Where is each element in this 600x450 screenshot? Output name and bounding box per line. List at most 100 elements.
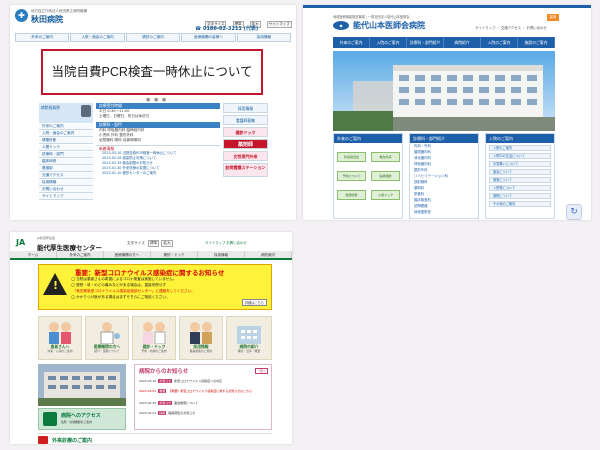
- patients-card[interactable]: 患者さんへ 外来・入院のご案内: [38, 316, 82, 360]
- director-greeting[interactable]: 病院長挨拶: [39, 103, 93, 123]
- nav-item-home[interactable]: ホーム: [10, 251, 57, 258]
- warning-icon: [43, 273, 67, 295]
- womens-clinic-banner[interactable]: 女性専門外来: [223, 151, 268, 161]
- nurse-illustration-icon: [138, 320, 170, 345]
- checkup-banner[interactable]: 健診ドック: [223, 127, 268, 137]
- medical-center-photo: [38, 364, 126, 406]
- home-nursing-banner[interactable]: 訪問看護ステーション: [223, 163, 268, 177]
- nav-item[interactable]: 入院のご案内: [481, 37, 518, 48]
- nurse-banner[interactable]: 看護師募集: [223, 115, 268, 125]
- left-menu-item[interactable]: 交通アクセス: [39, 173, 93, 179]
- left-menu-item[interactable]: 人間ドック: [39, 145, 93, 151]
- left-menu-item[interactable]: サイトマップ: [39, 194, 93, 200]
- inpatient-link[interactable]: その他のご案内: [489, 201, 551, 207]
- global-links[interactable]: サイトマップ お問い合わせ: [205, 240, 247, 245]
- recruit-banner[interactable]: 採用情報: [223, 103, 268, 113]
- recruit-card[interactable]: 採用情報 職員募集のご案内: [179, 316, 223, 360]
- news-text: 面会制限について: [174, 401, 199, 405]
- recruit-badge[interactable]: 採用: [547, 14, 559, 21]
- sitemap-link[interactable]: サイトマップ: [266, 21, 292, 28]
- inpatient-panel: 入院のご案内 入院のご案内 入院中の生活について お見舞いについて 面会について…: [485, 133, 555, 219]
- dock-button[interactable]: 人間ドック: [371, 190, 400, 200]
- nav-item[interactable]: 健診・ドック: [151, 251, 198, 258]
- inpatient-link[interactable]: 入院のご案内: [489, 145, 551, 151]
- inpatient-link[interactable]: 個室について: [489, 177, 551, 183]
- main-column: 診療受付時間 平日 8:30～11:00 土曜日、日曜日、祝日は休診日 診療科・…: [96, 103, 220, 215]
- news-item[interactable]: 2023.03.10 お知らせ 新型コロナウイルス感染症への対応: [139, 379, 222, 383]
- recaptcha-badge-icon[interactable]: ↻: [566, 204, 582, 220]
- left-menu-item[interactable]: 外来のご案内: [39, 124, 93, 130]
- font-standard-button[interactable]: 標準: [148, 240, 160, 247]
- pharmacist-banner[interactable]: 薬剤師: [223, 139, 268, 149]
- nav-item-recruit[interactable]: 採用情報: [236, 33, 292, 42]
- nav-item-inpatient[interactable]: 入院・面会のご案内: [70, 33, 125, 42]
- inpatient-link[interactable]: 入院中の生活について: [489, 153, 551, 159]
- news-item[interactable]: 2023.02.20 お知らせ 面会制限について: [139, 401, 198, 405]
- header-subtitle: JA秋田厚生連: [37, 236, 55, 240]
- outpatient-panel: 外来のご案内 外来担当表 救急外来 予約について 医療相談 健康診断 人間ドック: [333, 133, 403, 219]
- right-sidebar: 採用情報 看護師募集 健診ドック 薬剤師 女性専門外来 訪問看護ステーション: [223, 103, 268, 215]
- news-date: 2023.03.10: [139, 379, 157, 383]
- news-item[interactable]: 2023.01.10 健診センターのご案内: [96, 171, 220, 176]
- nav-item-outpatient[interactable]: 外来のご案内: [15, 33, 70, 42]
- medical-institutions-card[interactable]: 医療機関の方へ 紹介・連携について: [85, 316, 129, 360]
- inpatient-link[interactable]: 面会について: [489, 169, 551, 175]
- font-large-button[interactable]: 拡大: [161, 240, 173, 247]
- nav-item[interactable]: 外来のご案内: [333, 37, 370, 48]
- nav-item[interactable]: 入院のご案内: [370, 37, 407, 48]
- global-nav: ホーム 外来のご案内 医療機関の方へ 健診・ドック 採用情報 病院案内: [10, 251, 292, 260]
- alert-detail-button[interactable]: 詳細はこちら: [241, 299, 267, 306]
- health-check-button[interactable]: 健康診断: [337, 190, 366, 200]
- news-box: 病院からのお知らせ 一覧へ 2023.03.10 お知らせ 新型コロナウイルス感染症…: [134, 364, 272, 430]
- nav-item[interactable]: 医療機関の方へ: [104, 251, 151, 258]
- reservation-button[interactable]: 予約について: [337, 171, 366, 181]
- left-menu-item[interactable]: 看護部: [39, 166, 93, 172]
- nav-item-medical[interactable]: 医療機関の皆様へ: [181, 33, 236, 42]
- header-links[interactable]: サイトマップ ・ 交通アクセス ・ お問い合わせ: [475, 25, 547, 30]
- left-sidebar: 病院長挨拶 外来のご案内 入院・面会のご案内 健康診断 人間ドック 診療科・部門…: [39, 103, 93, 215]
- news-item[interactable]: 2023.03.01 重要 【重要】新型コロナウイルス感染症に関するお知らせはこちら: [139, 389, 252, 393]
- department-link[interactable]: 地域連携室: [410, 209, 478, 215]
- patients-illustration-icon: [44, 320, 76, 344]
- nav-item[interactable]: 診療科・部門紹介: [407, 37, 444, 48]
- noshiro-hospital-screenshot: 地域医療機能推進機構 / 一般社団法人能代山本医師会 ◆ 能代山本医師会病院 採…: [303, 5, 591, 220]
- emergency-button[interactable]: 救急外来: [371, 152, 400, 162]
- pcr-notice-banner[interactable]: 当院自費PCR検査一時休止について: [41, 49, 263, 95]
- left-menu-item[interactable]: お問い合わせ: [39, 187, 93, 193]
- outpatient-schedule-button[interactable]: 外来担当表: [337, 152, 366, 162]
- hospital-logo-icon[interactable]: ◆: [333, 21, 349, 30]
- left-menu-item[interactable]: 健康診断: [39, 138, 93, 144]
- inpatient-link[interactable]: お見舞いについて: [489, 161, 551, 167]
- news-item[interactable]: 2023.02.01 採用 職員募集のお知らせ: [139, 411, 195, 415]
- top-accent-line: [303, 5, 591, 8]
- inpatient-link[interactable]: 入院費について: [489, 185, 551, 191]
- access-banner[interactable]: 病院へのアクセス 住所・交通機関のご案内: [38, 408, 126, 430]
- site-title[interactable]: 能代山本医師会病院: [353, 20, 425, 31]
- nav-item[interactable]: 採用情報: [198, 251, 245, 258]
- nav-item[interactable]: 施設のご案内: [518, 37, 555, 48]
- left-menu-item[interactable]: 臨床研修: [39, 159, 93, 165]
- left-menu-item[interactable]: 採用情報: [39, 180, 93, 186]
- global-nav: 外来のご案内 入院のご案内 診療科・部門紹介 病院紹介 入院のご案内 施設のご案…: [333, 37, 555, 48]
- about-card[interactable]: 病院の紹介 理念・沿革・概要: [226, 316, 272, 360]
- inpatient-link[interactable]: 退院について: [489, 193, 551, 199]
- outpatient-footer[interactable]: 外来診療のご案内: [38, 433, 272, 444]
- left-menu-item[interactable]: 診療科・部門: [39, 152, 93, 158]
- nav-item-checkup[interactable]: 健診のご案内: [125, 33, 181, 42]
- left-menu-item[interactable]: 入院・面会のご案内: [39, 131, 93, 137]
- akita-hospital-screenshot: ✚ 地方独立行政法人秋田県立病院機構 秋田病院 文字サイズ 標準 拡大 サイトマ…: [10, 5, 296, 220]
- dept-row[interactable]: 泌尿器科 眼科 耳鼻咽喉科: [96, 138, 220, 143]
- hospital-building-photo: [333, 51, 555, 131]
- site-title[interactable]: 秋田病院: [31, 14, 63, 25]
- nav-item[interactable]: 外来のご案内: [57, 251, 104, 258]
- nav-item[interactable]: 病院案内: [245, 251, 292, 258]
- outpatient-icon: [38, 436, 48, 444]
- checkup-card[interactable]: 健診・ドック 予約・内容のご案内: [132, 316, 176, 360]
- nav-item[interactable]: 病院紹介: [444, 37, 481, 48]
- hospital-logo-icon[interactable]: ✚: [15, 9, 28, 22]
- news-list-button[interactable]: 一覧へ: [254, 368, 268, 374]
- news-text: 新型コロナウイルス感染症への対応: [174, 379, 223, 383]
- news-text: 【重要】新型コロナウイルス感染症に関するお知らせはこちら: [168, 389, 253, 393]
- ja-logo[interactable]: JA: [16, 238, 25, 247]
- consultation-button[interactable]: 医療相談: [371, 171, 400, 181]
